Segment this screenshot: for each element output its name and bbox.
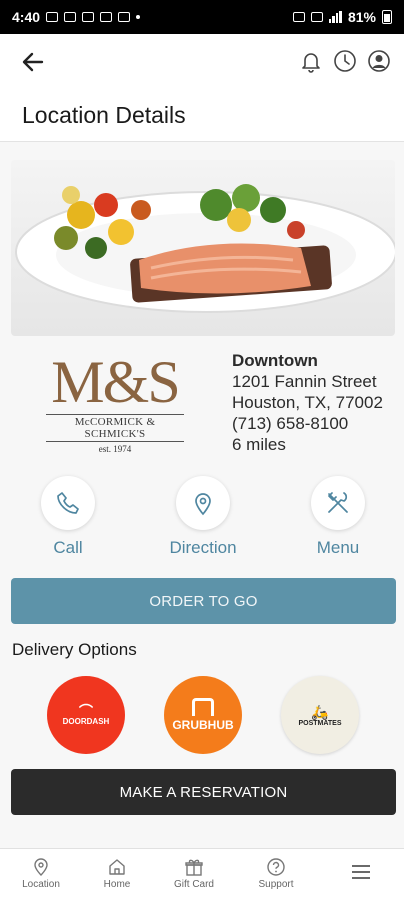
location-pin-icon — [34, 858, 48, 876]
location-street: 1201 Fannin Street — [232, 372, 377, 391]
app-icon — [100, 12, 113, 22]
mute-icon — [310, 12, 323, 22]
image-icon — [118, 12, 131, 22]
postmates-button[interactable]: 🛵 POSTMATES — [281, 676, 359, 754]
call-button[interactable]: Call — [13, 476, 123, 558]
page-title: Location Details — [22, 102, 186, 128]
logo-established: est. 1974 — [98, 444, 132, 454]
gift-icon — [185, 859, 203, 876]
location-city: Houston, TX, 77002 — [232, 393, 383, 412]
location-info: Downtown 1201 Fannin Street Houston, TX,… — [232, 350, 383, 455]
nav-support-label: Support — [258, 879, 294, 890]
call-label: Call — [53, 538, 83, 557]
back-arrow-icon[interactable] — [18, 48, 48, 76]
doordash-label: DOORDASH — [62, 716, 110, 726]
logo-monogram: M&S — [51, 349, 180, 415]
notification-icon — [64, 12, 77, 22]
direction-label: Direction — [169, 538, 237, 557]
battery-percent: 81% — [347, 9, 376, 25]
location-actions: Call Direction Menu — [0, 476, 404, 560]
signal-icon — [328, 11, 342, 23]
map-pin-icon — [176, 476, 230, 530]
status-time: 4:40 — [12, 9, 41, 25]
alarm-icon — [292, 12, 305, 22]
bottom-navigation: Location Home Gift Card Support — [0, 848, 404, 900]
app-icon — [82, 12, 95, 22]
make-reservation-button[interactable]: MAKE A RESERVATION — [11, 769, 396, 815]
direction-button[interactable]: Direction — [148, 476, 258, 558]
title-bar: Location Details — [0, 90, 404, 142]
doordash-logo-icon: ⌒ — [79, 702, 93, 719]
delivery-options: ⌒ DOORDASH GRUBHUB 🛵 POSTMATES — [0, 676, 404, 756]
location-hero-image — [11, 160, 395, 336]
help-icon — [267, 858, 285, 876]
location-distance: 6 miles — [232, 435, 286, 454]
postmates-label: POSTMATES — [298, 719, 342, 727]
grubhub-logo-icon — [192, 698, 214, 716]
nav-location[interactable]: Location — [6, 857, 76, 890]
nav-location-label: Location — [22, 879, 60, 890]
phone-icon — [41, 476, 95, 530]
bell-icon[interactable] — [298, 48, 324, 74]
account-icon[interactable] — [366, 48, 392, 74]
nav-more[interactable] — [326, 863, 396, 881]
hamburger-menu-icon — [352, 865, 370, 879]
logo-name: McCORMICK & SCHMICK'S — [46, 414, 184, 442]
order-to-go-button[interactable]: ORDER TO GO — [11, 578, 396, 624]
status-bar: 4:40 81% — [0, 0, 404, 34]
nav-home-label: Home — [103, 879, 131, 890]
doordash-button[interactable]: ⌒ DOORDASH — [47, 676, 125, 754]
menu-label: Menu — [316, 538, 360, 557]
nav-support[interactable]: Support — [241, 857, 311, 890]
nav-gift-card-label: Gift Card — [173, 879, 214, 890]
delivery-options-title: Delivery Options — [12, 640, 137, 659]
location-phone[interactable]: (713) 658-8100 — [232, 413, 383, 434]
nav-home[interactable]: Home — [82, 857, 152, 890]
menu-button[interactable]: Menu — [283, 476, 393, 558]
location-name: Downtown — [232, 351, 318, 370]
battery-icon — [382, 10, 392, 24]
grubhub-label: GRUBHUB — [172, 718, 234, 732]
more-dot-icon — [136, 15, 141, 19]
clock-icon[interactable] — [332, 48, 358, 74]
fork-knife-icon — [311, 476, 365, 530]
nav-gift-card[interactable]: Gift Card — [159, 857, 229, 890]
message-icon — [46, 12, 59, 22]
postmates-logo-icon: 🛵 — [311, 703, 329, 720]
restaurant-logo: M&S McCORMICK & SCHMICK'S est. 1974 — [40, 349, 190, 454]
home-icon — [109, 859, 125, 875]
grubhub-button[interactable]: GRUBHUB — [164, 676, 242, 754]
app-bar — [0, 34, 404, 90]
